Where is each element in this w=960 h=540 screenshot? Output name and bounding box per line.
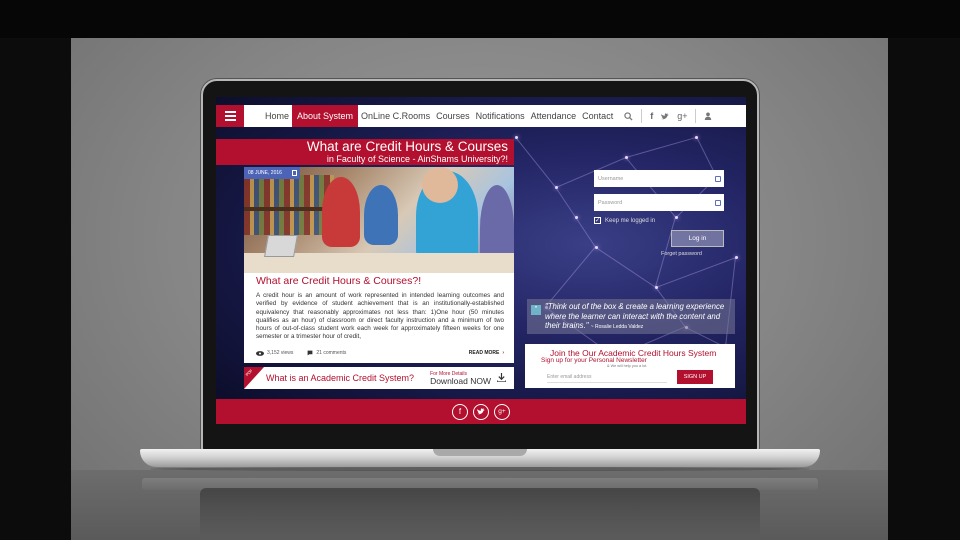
network-line [555, 187, 576, 218]
views-label: 3,152 views [267, 350, 294, 356]
username-placeholder: Username [598, 175, 624, 182]
sign-up-button[interactable]: SIGN UP [677, 370, 713, 384]
network-line [545, 246, 596, 307]
password-field[interactable]: Password [594, 194, 724, 211]
article-body: A credit hour is an amount of work repre… [256, 292, 504, 341]
article-date: 08 JUNE, 2016 [248, 170, 282, 176]
network-node [515, 136, 518, 139]
pdf-ribbon-label: PDF [244, 367, 254, 378]
keep-logged-in-checkbox[interactable]: ✓ [594, 217, 601, 224]
quote-text: "Think out of the box & create a learnin… [545, 299, 735, 334]
network-node [575, 216, 578, 219]
article-photo[interactable]: 08 JUNE, 2016 [244, 167, 514, 273]
page-subtitle: in Faculty of Science - AinShams Univers… [326, 154, 508, 164]
article-heading[interactable]: What are Credit Hours & Courses?! [256, 275, 421, 287]
date-badge: 08 JUNE, 2016 [244, 167, 300, 179]
laptop-reflection [200, 488, 760, 538]
newsletter-box: Join the Our Academic Credit Hours Syste… [525, 344, 735, 388]
nav-divider [641, 109, 643, 123]
bookmark-icon [292, 170, 297, 176]
views-count: 3,152 views [256, 350, 293, 356]
student-graphic [422, 167, 458, 203]
website-screen: Home About System OnLine C.Rooms Courses… [216, 97, 746, 424]
laptop-notch [433, 449, 527, 456]
nav-item-courses[interactable]: Courses [433, 105, 473, 127]
network-line [575, 217, 596, 248]
footer: f g+ [216, 399, 746, 424]
nav-divider [695, 109, 697, 123]
laptop-graphic [264, 235, 298, 257]
nav-item-online-classrooms[interactable]: OnLine C.Rooms [358, 105, 433, 127]
quote-box: ” "Think out of the box & create a learn… [527, 299, 735, 334]
facebook-icon[interactable]: f [650, 111, 653, 121]
google-plus-icon[interactable]: g+ [494, 403, 510, 420]
search-icon[interactable] [624, 111, 633, 121]
lock-icon [715, 199, 721, 206]
login-button[interactable]: Log in [671, 230, 724, 247]
twitter-icon[interactable] [473, 403, 489, 420]
facebook-icon[interactable]: f [452, 403, 468, 420]
nav-tools: f g+ [624, 105, 712, 127]
login-form: Username Password ✓ Keep me logged in Lo… [594, 170, 724, 257]
nav-item-about-system[interactable]: About System [292, 105, 359, 127]
nav-item-contact[interactable]: Contact [579, 105, 616, 127]
stage: Home About System OnLine C.Rooms Courses… [0, 0, 960, 540]
comment-icon [308, 350, 313, 356]
network-line [626, 137, 697, 158]
top-bar [0, 0, 960, 38]
keep-logged-in-label: Keep me logged in [605, 217, 656, 224]
network-line [515, 137, 556, 188]
read-more-label: READ MORE [468, 350, 500, 356]
download-now-label: Download NOW [430, 375, 491, 386]
page-title-banner: What are Credit Hours & Courses in Facul… [216, 139, 514, 165]
user-icon[interactable] [704, 112, 712, 120]
network-node [735, 256, 738, 259]
pdf-ribbon: PDF [244, 367, 264, 389]
quote-author: ~ Rosalie Ledda Valdez [590, 324, 644, 330]
username-field[interactable]: Username [594, 170, 724, 187]
eye-icon [256, 350, 264, 356]
comments-label: 21 comments [316, 350, 347, 356]
twitter-icon[interactable] [661, 112, 670, 120]
network-node [555, 186, 558, 189]
laptop-shadow [150, 467, 810, 471]
user-field-icon [715, 175, 721, 182]
keep-logged-in[interactable]: ✓ Keep me logged in [594, 217, 724, 224]
bookshelf-graphic [244, 207, 334, 211]
network-node [655, 286, 658, 289]
comments-count[interactable]: 21 comments [307, 350, 346, 356]
download-icon[interactable] [496, 369, 507, 387]
article-meta: 3,152 views 21 comments READ MORE › [256, 350, 504, 356]
download-bar[interactable]: PDF What is an Academic Credit System? F… [244, 367, 514, 389]
read-more-link[interactable]: READ MORE › [469, 350, 504, 356]
password-placeholder: Password [598, 199, 623, 206]
newsletter-subtitle: Sign up for your Personal Newsletter [541, 357, 647, 364]
main-navigation: Home About System OnLine C.Rooms Courses… [216, 105, 746, 127]
article-card: 08 JUNE, 2016 What are Credit Hours & Co… [244, 167, 514, 363]
chevron-right-icon: › [502, 350, 504, 356]
quote-icon: ” [531, 305, 541, 315]
bookshelf-graphic [244, 175, 334, 235]
newsletter-note: & We will help you a lot. [607, 364, 648, 368]
nav-item-notifications[interactable]: Notifications [473, 105, 528, 127]
menu-icon[interactable] [216, 105, 244, 127]
nav-item-home[interactable]: Home [262, 105, 292, 127]
newsletter-email-input[interactable]: Enter email address [547, 372, 667, 383]
network-node [695, 136, 698, 139]
download-question: What is an Academic Credit System? [266, 373, 415, 383]
download-link[interactable]: For More Details Download NOW [430, 371, 491, 386]
student-graphic [364, 185, 398, 245]
google-plus-icon[interactable]: g+ [677, 111, 687, 121]
nav-item-attendance[interactable]: Attendance [528, 105, 580, 127]
forgot-password-link[interactable]: Forget password [661, 251, 724, 257]
network-node [625, 156, 628, 159]
page-title: What are Credit Hours & Courses [306, 139, 508, 154]
network-line [656, 257, 737, 288]
student-graphic [322, 177, 360, 247]
